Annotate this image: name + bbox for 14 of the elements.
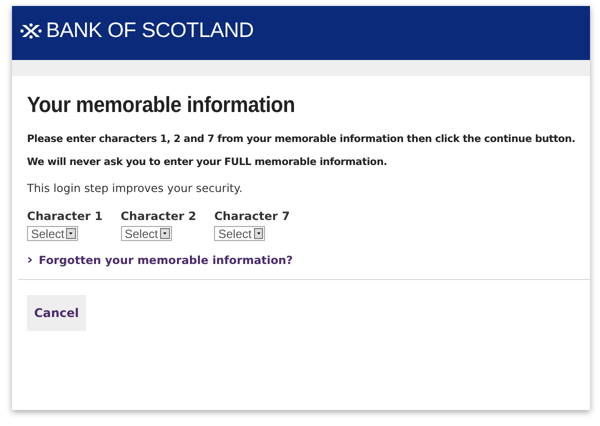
forgotten-link[interactable]: › Forgotten your memorable information? [27, 253, 293, 267]
saltire-icon [20, 23, 42, 39]
character-select[interactable]: Select [27, 226, 78, 241]
bank-logo-text: BANK OF SCOTLAND [46, 19, 254, 43]
character-select[interactable]: Select [120, 226, 172, 241]
instruction-text: Please enter characters 1, 2 and 7 from your memorable information then click the continue button. [27, 134, 576, 145]
security-note: This login step improves your security. [27, 182, 244, 195]
page-heading: Your memorable information [27, 92, 296, 118]
character-label: Character 2 [120, 209, 196, 223]
character-label: Character 7 [214, 209, 290, 223]
cancel-button[interactable]: Cancel [27, 295, 86, 331]
character-select[interactable]: Select [214, 226, 266, 241]
character-label: Character 1 [27, 209, 103, 223]
instruction-text: We will never ask you to enter your FULL memorable information. [27, 157, 388, 168]
